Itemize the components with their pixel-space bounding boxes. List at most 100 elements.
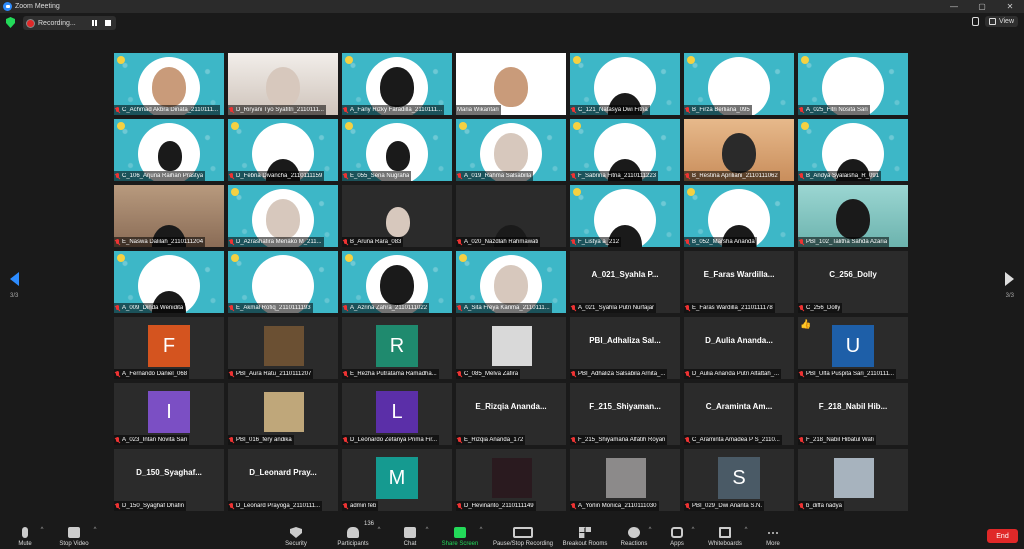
participant-tile[interactable]: D_Riryani Tyo Syafitri_2110111... (228, 53, 338, 115)
chat-button[interactable]: Chat (398, 519, 422, 549)
next-page-arrow-icon[interactable] (1005, 272, 1014, 286)
participant-tile[interactable]: B_Andya Syalaisha_R_091 (798, 119, 908, 181)
participant-tile[interactable]: L D_Leonardo Zefanya Prima Fir... (342, 383, 452, 445)
pause-recording-icon[interactable] (90, 19, 98, 27)
security-button[interactable]: Security (280, 519, 312, 549)
whiteboards-options-caret-icon[interactable]: ^ (745, 527, 748, 533)
close-button[interactable]: ✕ (996, 0, 1024, 13)
view-button[interactable]: View (984, 16, 1018, 27)
participant-tile[interactable]: A_Yorlin Monica_2110111030 (570, 449, 680, 511)
participant-tile[interactable]: b_diffa nadya (798, 449, 908, 511)
participant-name-tag: PBI_Ulfa Puspita Sari_2110111... (798, 369, 897, 379)
participant-tile[interactable]: F A_Fernando Daniel_068 (114, 317, 224, 379)
participant-tile[interactable]: E_055_Sena Nugraha (342, 119, 452, 181)
participant-tile[interactable]: U 👍 PBI_Ulfa Puspita Sari_2110111... (798, 317, 908, 379)
participant-name-tag: D_Aulia Ananda Putri Alfattah_... (684, 369, 782, 379)
reactions-button[interactable]: Reactions (619, 519, 649, 549)
breakout-rooms-button[interactable]: Breakout Rooms (561, 519, 609, 549)
participant-name-tag: PBI_029_Dwi Ananta S.N. (684, 501, 765, 511)
muted-microphone-icon (115, 106, 120, 114)
participant-tile[interactable]: E_Faras Wardilla... E_Faras Wardilla_2110… (684, 251, 794, 313)
participant-tile[interactable]: R E_Rezha Putratama Ramadha... (342, 317, 452, 379)
participant-tile[interactable]: F_Listya a_212 (570, 185, 680, 247)
participant-tile[interactable]: A_020_Nazdlah Rahmawati (456, 185, 566, 247)
background-logo-icon (345, 56, 353, 64)
muted-microphone-icon (685, 304, 690, 312)
participant-tile[interactable]: D_Hevinanto_2110111149 (456, 449, 566, 511)
participant-tile[interactable]: PBI_016_fery andika (228, 383, 338, 445)
participant-tile[interactable]: C_085_Melva Zafira (456, 317, 566, 379)
maximize-button[interactable]: ▢ (968, 0, 996, 13)
muted-microphone-icon (115, 304, 120, 312)
participant-tile[interactable]: E_Akmal Rofiq_2110111193 (228, 251, 338, 313)
immersive-view-icon[interactable] (971, 17, 979, 26)
participant-tile[interactable]: B_Aruna Rara_083 (342, 185, 452, 247)
participant-tile[interactable]: A_021_Syahla P... A_021_Syahla Putri Nurf… (570, 251, 680, 313)
reactions-options-caret-icon[interactable]: ^ (649, 527, 652, 533)
grid-icon (988, 18, 996, 25)
participant-tile[interactable]: C_106_Arjuna Raihan Prastya (114, 119, 224, 181)
participant-profile-photo (606, 458, 646, 498)
participant-tile[interactable]: PBI_102_Talitha Sahda Azaria (798, 185, 908, 247)
more-button[interactable]: More (760, 519, 786, 549)
stop-video-button[interactable]: Stop Video (56, 519, 92, 549)
chat-label: Chat (403, 541, 417, 547)
participant-name: D_Febria Divancha_2110111159 (236, 173, 323, 179)
apps-options-caret-icon[interactable]: ^ (692, 527, 695, 533)
apps-button[interactable]: Apps (666, 519, 688, 549)
participant-tile[interactable]: Maria Wikantari (456, 53, 566, 115)
participant-tile[interactable]: B_Restina Apriliani_2110111062 (684, 119, 794, 181)
participant-name-tag: A_Fernando Daniel_068 (114, 369, 190, 379)
stop-recording-icon[interactable] (105, 20, 111, 26)
participant-name-tag: C_085_Melva Zafira (456, 369, 521, 379)
participant-tile[interactable]: B_Firza Berliana_095 (684, 53, 794, 115)
participant-tile[interactable]: F_218_Nabil Hib... F_218_Nabil Hibatul Wa… (798, 383, 908, 445)
participant-video-feed (386, 207, 410, 237)
participant-tile[interactable]: B_052_Marsha Ananda (684, 185, 794, 247)
participant-tile[interactable]: F_215_Shiyaman... F_215_Shiyamana Alfatih… (570, 383, 680, 445)
participant-tile[interactable]: D_Febria Divancha_2110111159 (228, 119, 338, 181)
participant-name-tag: C_121_Natasya Dwi Fitria (570, 105, 650, 115)
participant-name: A_009_Dinda Wenidita (122, 305, 184, 311)
participant-tile[interactable]: S PBI_029_Dwi Ananta S.N. (684, 449, 794, 511)
participant-tile[interactable]: PBI_Aura Ratu_2110111207 (228, 317, 338, 379)
participant-tile[interactable]: D_Azrashafira Menako M_211... (228, 185, 338, 247)
participant-tile[interactable]: I A_023_Intan Novita Sari (114, 383, 224, 445)
participant-tile[interactable]: E_Rizqia Ananda... E_Rizqia Ananda_172 (456, 383, 566, 445)
participant-tile[interactable]: A_Fany Rizky Faradilla_2110111... (342, 53, 452, 115)
previous-page-arrow-icon[interactable] (10, 272, 19, 286)
pause-stop-recording-button[interactable]: Pause/Stop Recording (490, 519, 556, 549)
whiteboards-button[interactable]: Whiteboards (704, 519, 746, 549)
mute-button[interactable]: Mute (12, 519, 38, 549)
page-indicator-right: 3/3 (1005, 293, 1014, 299)
stop-video-label: Stop Video (59, 541, 89, 547)
participant-tile[interactable]: A_019_Rahma Salsabilla (456, 119, 566, 181)
minimize-button[interactable]: — (940, 0, 968, 13)
participant-tile[interactable]: A_Sita Freya Karima_2110111... (456, 251, 566, 313)
participant-name: C_121_Natasya Dwi Fitria (578, 107, 648, 113)
participant-tile[interactable]: D_150_Syaghaf... D_150_Syaghaf Dhafin (114, 449, 224, 511)
participant-tile[interactable]: F_Sabrina Fitria_2110111223 (570, 119, 680, 181)
participant-tile[interactable]: C_121_Natasya Dwi Fitria (570, 53, 680, 115)
participant-tile[interactable]: C_Araminta Am... C_Araminta Amadea P S_21… (684, 383, 794, 445)
background-logo-icon (117, 122, 125, 130)
share-options-caret-icon[interactable]: ^ (480, 527, 483, 533)
participant-tile[interactable]: PBI_Adhaliza Sal... PBI_Adhaliza Salsabil… (570, 317, 680, 379)
participant-tile[interactable]: D_Leonard Pray... D_Leonard Prayoga_21101… (228, 449, 338, 511)
participant-tile[interactable]: C_256_Dolly C_256_Dolly (798, 251, 908, 313)
video-options-caret-icon[interactable]: ^ (94, 527, 97, 533)
participant-tile[interactable]: Madmin feb (342, 449, 452, 511)
end-meeting-button[interactable]: End (987, 529, 1018, 543)
chat-options-caret-icon[interactable]: ^ (426, 527, 429, 533)
security-shield-icon[interactable] (6, 17, 15, 28)
mute-options-caret-icon[interactable]: ^ (41, 527, 44, 533)
participant-tile[interactable]: A_025_Fitri Nosita Sari (798, 53, 908, 115)
participant-tile[interactable]: A_009_Dinda Wenidita (114, 251, 224, 313)
participant-tile[interactable]: D_Aulia Ananda... D_Aulia Ananda Putri Al… (684, 317, 794, 379)
participant-tile[interactable]: C_Achmad Akbra Dinata_2110111... (114, 53, 224, 115)
share-screen-button[interactable]: Share Screen (440, 519, 480, 549)
participants-options-caret-icon[interactable]: ^ (378, 527, 381, 533)
participant-name-tag: D_Hevinanto_2110111149 (456, 501, 536, 511)
participant-tile[interactable]: A_Azrina Zahra_2110111022 (342, 251, 452, 313)
participant-tile[interactable]: E_Naswa Dalilah_2110111204 (114, 185, 224, 247)
